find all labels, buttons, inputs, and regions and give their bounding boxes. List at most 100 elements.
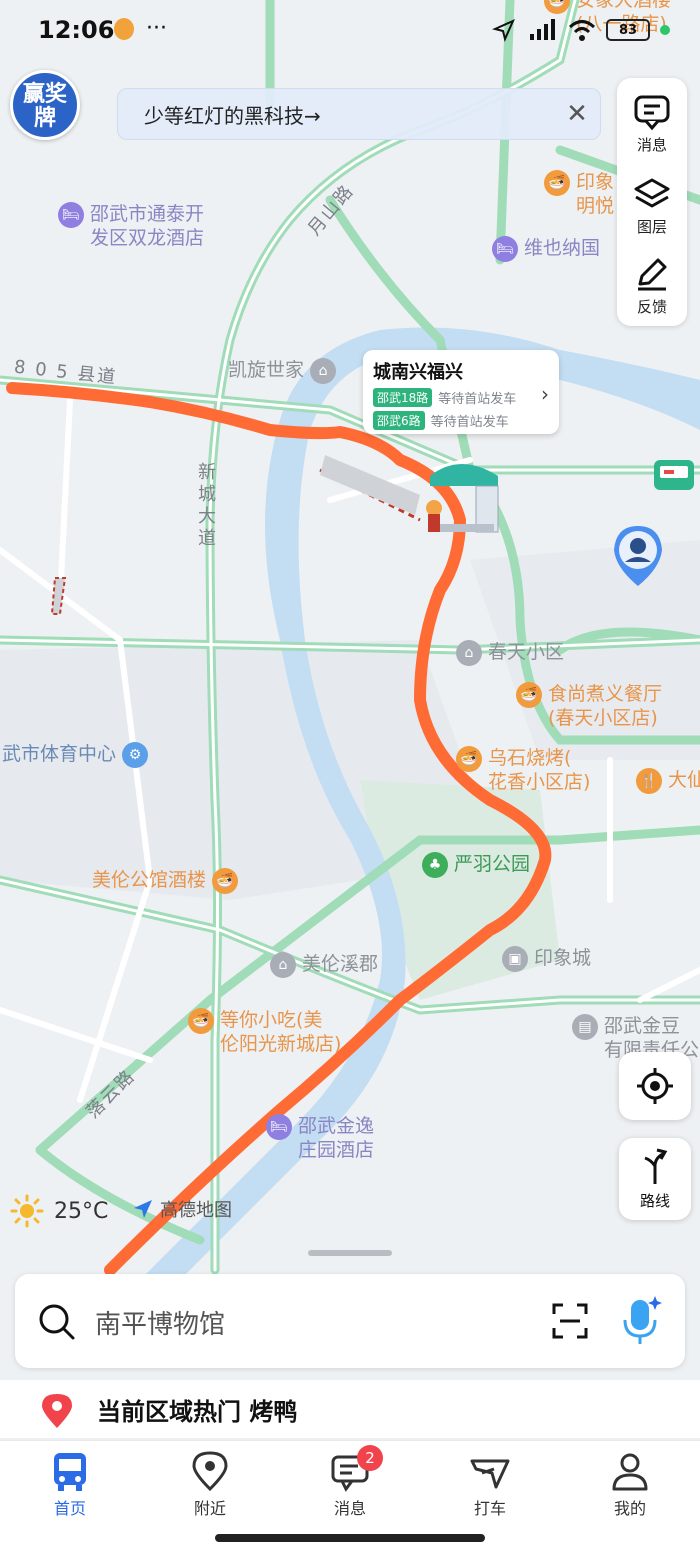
tip-banner[interactable]: 少等红灯的黑科技→ ✕ — [117, 88, 601, 140]
residence-icon: ⌂ — [456, 640, 482, 666]
more-dots: ··· — [146, 16, 167, 41]
residence-icon: ⌂ — [310, 358, 337, 384]
my-location-avatar-icon[interactable] — [612, 524, 664, 588]
route-split-icon — [644, 1148, 668, 1184]
tool-message[interactable]: 消息 — [617, 82, 687, 162]
route-tag: 邵武6路 — [373, 411, 425, 430]
search-input[interactable]: 南平博物馆 — [95, 1304, 225, 1341]
poi-dafu[interactable]: 🍴 大仙 — [636, 768, 700, 794]
search-icon — [39, 1304, 75, 1340]
poi-meilun-xijun[interactable]: ⌂ 美伦溪郡 — [270, 952, 378, 978]
station-name: 城南兴福兴 — [373, 362, 463, 383]
poi-chuntian[interactable]: ⌂ 春天小区 — [456, 640, 564, 666]
active-dot — [660, 25, 670, 35]
poi-kaixuan[interactable]: ⌂ 凯旋世家 — [228, 358, 337, 384]
brand-logo: 高德地图 — [132, 1196, 232, 1222]
status-bar: 12:06 ··· 83 — [0, 0, 700, 64]
map-view[interactable]: 月山路 8 0 5 县道 新城大道 落云路 🛏 邵武市通泰开 发区双龙酒店 🛏 … — [0, 0, 700, 1380]
hot-suggestion-text: 当前区域热门 烤鸭 — [97, 1398, 298, 1426]
locate-button[interactable] — [619, 1052, 691, 1120]
promo-logo-text: 赢奖牌 — [23, 82, 68, 131]
route-tag: 邵武18路 — [373, 388, 433, 407]
map-tool-panel: 消息 图层 反馈 — [617, 78, 687, 326]
tab-messages-label: 消息 — [333, 1499, 366, 1518]
tool-feedback[interactable]: 反馈 — [617, 244, 687, 324]
bus-station-card[interactable]: 城南兴福兴 邵武18路 等待首站发车 邵武6路 等待首站发车 › — [363, 350, 559, 434]
unread-badge: 2 — [357, 1445, 383, 1471]
location-pin-icon — [192, 1451, 228, 1492]
poi-tongtai-hotel[interactable]: 🛏 邵武市通泰开 发区双龙酒店 — [58, 202, 204, 250]
crosshair-locate-icon — [637, 1068, 673, 1104]
bus-home-icon — [54, 1453, 86, 1491]
layers-icon — [634, 178, 670, 208]
tab-home[interactable]: 首页 — [25, 1449, 115, 1519]
route-row: 邵武6路 等待首站发车 — [373, 411, 549, 430]
bus-stop-icon[interactable] — [420, 456, 502, 542]
route-row: 邵武18路 等待首站发车 — [373, 388, 549, 407]
home-indicator — [215, 1534, 485, 1542]
residence-icon: ⌂ — [270, 952, 296, 978]
poi-weiyena-hotel[interactable]: 🛏 维也纳国 — [492, 236, 600, 262]
close-icon[interactable]: ✕ — [564, 101, 590, 127]
hotel-bed-icon: 🛏 — [266, 1114, 292, 1140]
poi-meilun-hotel[interactable]: 🍜 美伦公馆酒楼 — [92, 868, 239, 894]
sheet-grabber[interactable] — [308, 1250, 392, 1256]
tab-taxi-label: 打车 — [473, 1499, 506, 1518]
route-status: 等待首站发车 — [430, 415, 509, 430]
tab-taxi[interactable]: 打车 — [445, 1449, 535, 1519]
message-icon — [634, 95, 670, 131]
chevron-right-icon: › — [541, 382, 549, 406]
tool-layers-label: 图层 — [636, 218, 667, 236]
voice-mic-icon[interactable] — [619, 1294, 663, 1346]
poi-wushi[interactable]: 🍜 乌石烧烤( 花香小区店) — [456, 746, 590, 794]
poi-yinxiangcheng[interactable]: ▣ 印象城 — [502, 946, 591, 972]
bottom-sheet: 南平博物馆 当前区域热门 烤鸭 首页 附近 消息 2 打车 我的 — [0, 1236, 700, 1556]
poi-tiyu[interactable]: ⚙ 武市体育中心 — [2, 742, 149, 768]
battery-icon: 83 — [606, 19, 650, 41]
route-status: 等待首站发车 — [438, 392, 517, 407]
poi-shishang[interactable]: 🍜 食尚煮义餐厅 (春天小区店) — [516, 682, 662, 730]
tool-feedback-label: 反馈 — [636, 298, 667, 316]
hot-suggestion-row[interactable]: 当前区域热门 烤鸭 — [0, 1380, 700, 1438]
status-time: 12:06 — [38, 16, 115, 44]
hotel-bed-icon: 🛏 — [58, 202, 84, 228]
tree-icon: ♣ — [422, 852, 448, 878]
status-icons: 83 — [492, 18, 670, 42]
scan-icon[interactable] — [551, 1302, 589, 1340]
company-icon: ▤ — [572, 1014, 598, 1040]
signal-icon — [530, 19, 555, 40]
notification-app-icon — [114, 18, 134, 40]
poi-yinxiang-mingyue[interactable]: 🍜 印象 明悦 — [544, 170, 614, 218]
tab-nearby[interactable]: 附近 — [165, 1449, 255, 1519]
poi-yanyu-park[interactable]: ♣ 严羽公园 — [422, 852, 530, 878]
tab-messages[interactable]: 消息 2 — [305, 1445, 395, 1519]
hotel-bed-icon: 🛏 — [492, 236, 518, 262]
location-arrow-icon — [492, 19, 515, 42]
tab-nearby-label: 附近 — [193, 1499, 226, 1518]
promo-medal-logo[interactable]: 赢奖牌 — [10, 70, 80, 140]
food-bowl-icon: 🍜 — [456, 746, 482, 772]
tip-text: 少等红灯的黑科技→ — [144, 103, 321, 128]
tool-message-label: 消息 — [636, 136, 667, 154]
amap-logo-icon — [134, 1200, 152, 1218]
road-label-xincheng: 新城大道 — [198, 462, 216, 549]
poi-jinyi-hotel[interactable]: 🛏 邵武金逸 庄园酒店 — [266, 1114, 374, 1162]
tab-mine[interactable]: 我的 — [585, 1449, 675, 1519]
user-icon — [612, 1453, 648, 1491]
fork-knife-icon: 🍴 — [636, 768, 662, 794]
tool-layers[interactable]: 图层 — [617, 164, 687, 244]
food-bowl-icon: 🍜 — [544, 170, 570, 196]
brand-name: 高德地图 — [160, 1200, 232, 1221]
wifi-icon — [568, 20, 596, 41]
route-button[interactable]: 路线 — [619, 1138, 691, 1220]
weather-widget[interactable]: 25°C — [10, 1194, 108, 1228]
stadium-icon: ⚙ — [122, 742, 149, 768]
tab-home-label: 首页 — [53, 1499, 86, 1518]
bus-display-icon[interactable] — [652, 456, 696, 496]
tab-mine-label: 我的 — [613, 1499, 646, 1518]
food-bowl-icon: 🍜 — [516, 682, 542, 708]
feedback-pen-icon — [638, 258, 667, 291]
search-box[interactable]: 南平博物馆 — [15, 1274, 685, 1368]
poi-dengni[interactable]: 🍜 等你小吃(美 伦阳光新城店) — [188, 1008, 341, 1056]
map-app: 月山路 8 0 5 县道 新城大道 落云路 🛏 邵武市通泰开 发区双龙酒店 🛏 … — [0, 0, 700, 1556]
